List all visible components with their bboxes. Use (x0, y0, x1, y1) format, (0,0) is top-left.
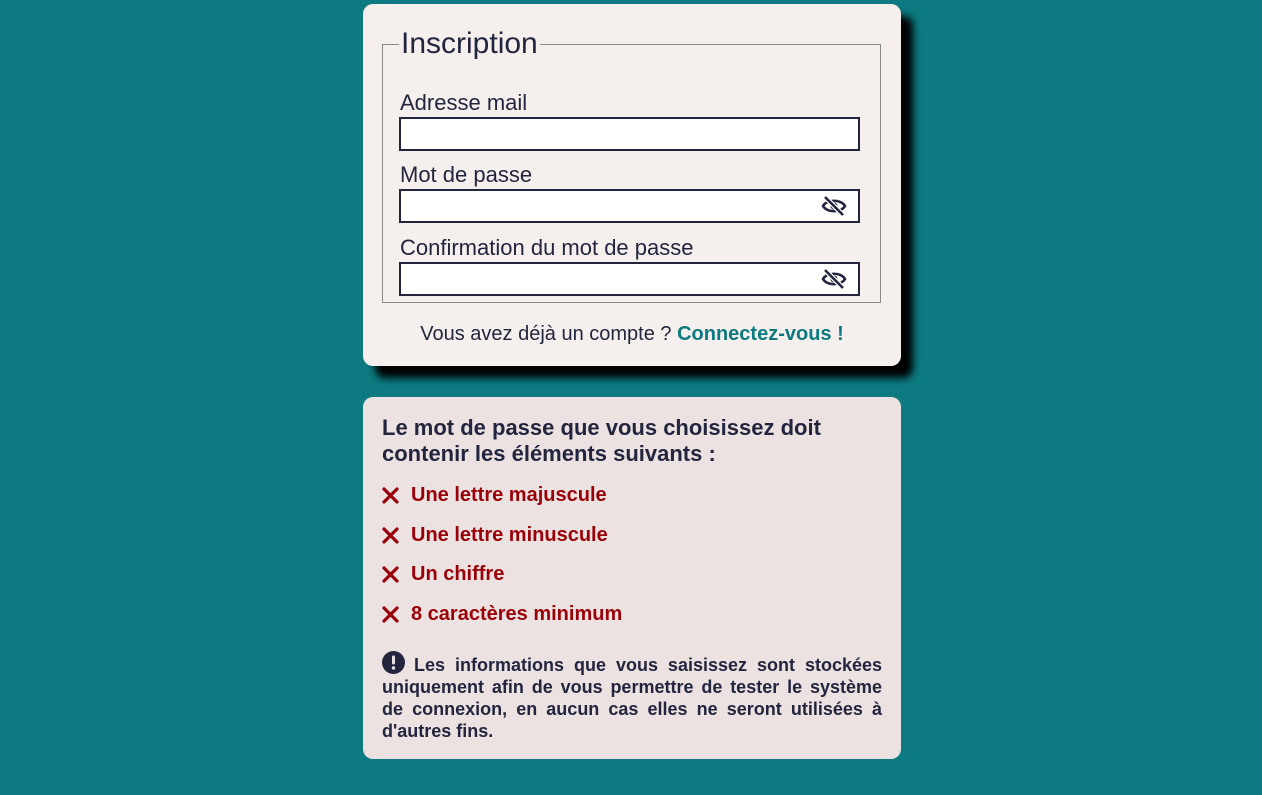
privacy-notice: Les informations que vous saisissez sont… (382, 651, 882, 742)
confirm-password-field[interactable] (399, 262, 860, 296)
email-label: Adresse mail (400, 90, 528, 115)
login-prompt-text: Vous avez déjà un compte ? (420, 323, 672, 345)
x-mark-icon (382, 527, 399, 544)
password-label: Mot de passe (400, 162, 533, 187)
login-link[interactable]: Connectez-vous ! (677, 323, 844, 345)
requirements-title: Le mot de passe que vous choisissez doit… (382, 415, 821, 466)
requirement-label: 8 caractères minimum (411, 603, 623, 625)
login-prompt-line: Vous avez déjà un compte ? Connectez-vou… (363, 322, 901, 346)
requirement-label: Un chiffre (411, 563, 505, 585)
password-requirements-card: Le mot de passe que vous choisissez doit… (363, 397, 901, 759)
privacy-notice-text: Les informations que vous saisissez sont… (382, 655, 882, 741)
eye-slash-icon[interactable] (821, 195, 847, 217)
x-mark-icon (382, 606, 399, 623)
exclamation-circle-icon (382, 651, 405, 674)
x-mark-icon (382, 566, 399, 583)
email-field[interactable] (399, 117, 860, 151)
confirm-password-label: Confirmation du mot de passe (400, 235, 694, 260)
requirement-label: Une lettre majuscule (411, 484, 607, 506)
password-field[interactable] (399, 189, 860, 223)
x-mark-icon (382, 487, 399, 504)
signup-card: Inscription Adresse mail Mot de passe Co… (363, 4, 901, 366)
requirement-label: Une lettre minuscule (411, 524, 608, 546)
signup-legend: Inscription (401, 27, 538, 60)
signup-fieldset: Inscription Adresse mail Mot de passe Co… (382, 29, 881, 303)
eye-slash-icon[interactable] (821, 268, 847, 290)
